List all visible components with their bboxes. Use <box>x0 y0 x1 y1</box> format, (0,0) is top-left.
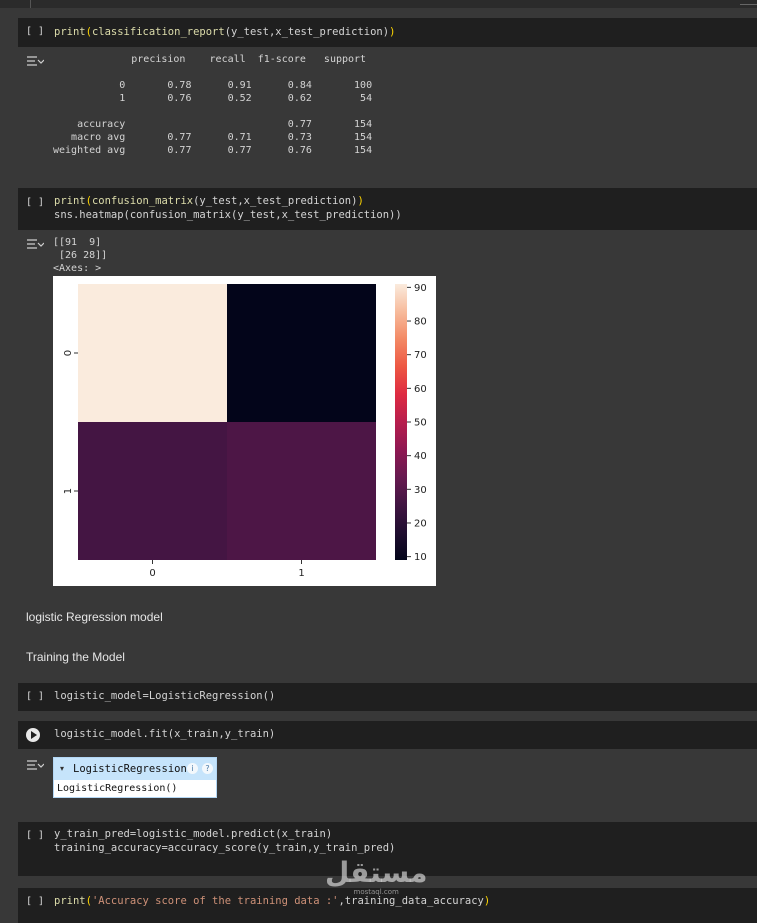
code-line[interactable]: print(confusion_matrix(y_test,x_test_pre… <box>54 194 364 208</box>
output-toggle-icon[interactable] <box>26 759 44 771</box>
watermark-text: مستقل <box>325 856 428 889</box>
x-tick-label: 1 <box>298 568 304 579</box>
code-line[interactable]: training_accuracy=accuracy_score(y_train… <box>54 841 395 855</box>
info-icon[interactable]: i <box>187 763 198 774</box>
code-line[interactable]: logistic_model=LogisticRegression() <box>54 689 275 703</box>
code-line[interactable]: sns.heatmap(confusion_matrix(y_test,x_te… <box>54 208 402 222</box>
code-line[interactable]: print('Accuracy score of the training da… <box>54 894 490 908</box>
x-tick-label: 0 <box>149 568 155 579</box>
help-icon[interactable]: ? <box>202 763 213 774</box>
colorbar-tick-label: 10 <box>414 552 427 563</box>
output-line: 1 0.76 0.52 0.62 54 <box>53 93 373 104</box>
markdown-heading-training: Training the Model <box>26 650 125 664</box>
estimator-repr: LogisticRegression() <box>57 783 178 794</box>
colorbar <box>395 284 407 560</box>
run-cell-button[interactable] <box>26 728 40 742</box>
estimator-widget[interactable]: ▾ LogisticRegression i ? LogisticRegress… <box>53 757 217 798</box>
output-line: [26 28]] <box>53 250 108 261</box>
collapse-caret-icon[interactable]: ▾ <box>60 764 64 773</box>
heatmap-chart: 010 1102030405060708090 <box>63 283 427 579</box>
heatmap-cell-1-1 <box>227 422 376 560</box>
colorbar-tick-label: 90 <box>414 283 427 294</box>
colorbar-tick-label: 80 <box>414 317 427 328</box>
confusion-matrix-output: [[91 9] [26 28]] <Axes: > <box>53 236 107 275</box>
output-line: accuracy 0.77 154 <box>53 119 373 130</box>
colorbar-tick-label: 20 <box>414 518 427 529</box>
heatmap-cell-1-0 <box>78 422 227 560</box>
watermark-sub: mostaql.com <box>353 888 399 896</box>
output-toggle-icon[interactable] <box>26 55 44 67</box>
run-cell-button[interactable]: [ ] <box>26 197 44 208</box>
heatmap-cell-0-0 <box>78 284 227 422</box>
code-line[interactable]: logistic_model.fit(x_train,y_train) <box>54 727 275 741</box>
colorbar-tick-label: 50 <box>414 418 427 429</box>
colorbar-tick-label: 60 <box>414 384 427 395</box>
run-cell-button[interactable]: [ ] <box>26 896 44 907</box>
run-cell-button[interactable]: [ ] <box>26 26 44 37</box>
classification-report-output: precision recall f1-score support 0 0.78… <box>53 53 372 157</box>
code-cell-confusion-matrix[interactable]: [ ] print(confusion_matrix(y_test,x_test… <box>18 188 757 230</box>
output-line: <Axes: > <box>53 263 102 274</box>
output-line: [[91 9] <box>53 237 102 248</box>
code-line[interactable]: y_train_pred=logistic_model.predict(x_tr… <box>54 827 332 841</box>
watermark-logo: مستقل mostaql.com <box>325 856 428 897</box>
top-strip <box>0 0 757 8</box>
run-cell-button[interactable]: [ ] <box>26 691 44 702</box>
heatmap-figure: 0 1 0 1 10 20 30 40 50 60 70 80 90 <box>53 276 436 586</box>
output-line: 0 0.78 0.91 0.84 100 <box>53 80 373 91</box>
colorbar-tick-label: 40 <box>414 451 427 462</box>
estimator-header[interactable]: ▾ LogisticRegression i ? <box>54 758 216 780</box>
estimator-name: LogisticRegression <box>73 763 187 775</box>
code-cell-create-model[interactable]: [ ] logistic_model=LogisticRegression() <box>18 683 757 711</box>
code-cell-classification-report[interactable]: [ ] print(classification_report(y_test,x… <box>18 18 757 47</box>
output-line: precision recall f1-score support <box>53 54 367 65</box>
markdown-heading-logistic: logistic Regression model <box>26 610 163 624</box>
y-tick-label: 0 <box>63 350 74 356</box>
output-line: macro avg 0.77 0.71 0.73 154 <box>53 132 373 143</box>
code-cell-fit-model[interactable]: logistic_model.fit(x_train,y_train) <box>18 721 757 749</box>
output-toggle-icon[interactable] <box>26 238 44 250</box>
colorbar-tick-label: 70 <box>414 350 427 361</box>
code-line[interactable]: print(classification_report(y_test,x_tes… <box>54 25 395 39</box>
y-tick-label: 1 <box>63 488 74 494</box>
run-cell-button[interactable]: [ ] <box>26 830 44 841</box>
output-line: weighted avg 0.77 0.77 0.76 154 <box>53 145 373 156</box>
heatmap-cell-0-1 <box>227 284 376 422</box>
colorbar-tick-label: 30 <box>414 485 427 496</box>
